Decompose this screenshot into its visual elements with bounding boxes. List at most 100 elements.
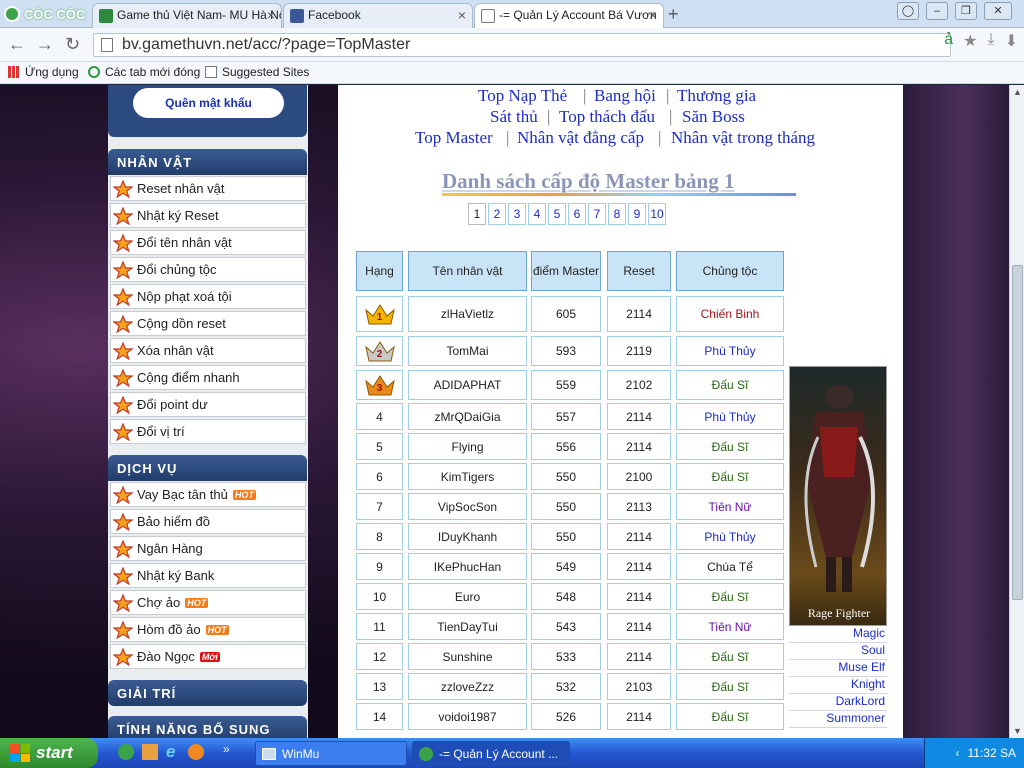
sidebar-menu-item[interactable]: Ngân Hàng xyxy=(110,536,306,561)
sidebar-menu-item[interactable]: Nộp phạt xoá tội xyxy=(110,284,306,309)
top-link[interactable]: Sát thủ xyxy=(490,107,538,127)
ie-quicklaunch-icon[interactable]: e xyxy=(166,742,175,762)
name-cell[interactable]: Flying xyxy=(408,433,527,460)
task-quan-ly-account[interactable]: -= Quản Lý Account ... xyxy=(412,741,570,766)
sidebar-menu-item[interactable]: Bảo hiểm đồ xyxy=(110,509,306,534)
page-icon xyxy=(481,9,495,23)
bookmark-suggested-sites[interactable]: Suggested Sites xyxy=(205,65,309,79)
sidebar-menu-item[interactable]: Cộng dồn reset xyxy=(110,311,306,336)
name-cell[interactable]: ADIDAPHAT xyxy=(408,370,527,400)
coccoc-quicklaunch-icon[interactable] xyxy=(118,744,134,760)
class-link[interactable]: Magic xyxy=(789,626,887,643)
page-link[interactable]: 4 xyxy=(528,203,546,225)
page-link[interactable]: 6 xyxy=(568,203,586,225)
page-link[interactable]: 7 xyxy=(588,203,606,225)
top-link[interactable]: Bang hội xyxy=(594,86,656,106)
restore-icon[interactable]: ❐ xyxy=(955,2,977,20)
name-cell[interactable]: zzloveZzz xyxy=(408,673,527,700)
page-link[interactable]: 3 xyxy=(508,203,526,225)
forgot-password-button[interactable]: Quên mật khẩu xyxy=(133,88,284,118)
scroll-down-icon[interactable]: ▼ xyxy=(1013,726,1022,736)
page-link[interactable]: 9 xyxy=(628,203,646,225)
name-cell[interactable]: IKePhucHan xyxy=(408,553,527,580)
show-hidden-icons-icon[interactable]: ‹ xyxy=(956,746,960,760)
top-link[interactable]: Top Nạp Thẻ xyxy=(478,86,567,106)
class-link[interactable]: Knight xyxy=(789,677,887,694)
coccoc-logo[interactable]: CỐC CỐC xyxy=(4,4,88,24)
rank-cell: 6 xyxy=(356,463,403,490)
sidebar-menu-item[interactable]: Xóa nhân vật xyxy=(110,338,306,363)
sidebar-menu-item[interactable]: Nhật ký Bank xyxy=(110,563,306,588)
sidebar-menu-item[interactable]: Vay Bạc tân thủ HOT xyxy=(110,482,306,507)
close-icon[interactable]: × xyxy=(458,7,466,23)
user-icon[interactable]: ◯ xyxy=(897,2,919,20)
section-tinh-nang-bo-sung-header[interactable]: TÍNH NĂNG BỔ SUNG xyxy=(108,716,307,738)
vertical-scrollbar[interactable]: ▲ ▼ xyxy=(1009,85,1024,738)
close-icon[interactable]: × xyxy=(649,7,657,23)
class-link[interactable]: Muse Elf xyxy=(789,660,887,677)
top-link[interactable]: Nhân vật trong tháng xyxy=(671,128,815,148)
tab-gamethuvn[interactable]: Game thủ Việt Nam- MU Hà Nộ × xyxy=(92,3,282,28)
sidebar-menu-item[interactable]: Chợ ảo HOT xyxy=(110,590,306,615)
sidebar-menu-item[interactable]: Nhật ký Reset xyxy=(110,203,306,228)
close-window-icon[interactable]: ✕ xyxy=(984,2,1012,20)
sidebar-menu-item[interactable]: Đổi vị trí xyxy=(110,419,306,444)
class-link[interactable]: Soul xyxy=(789,643,887,660)
class-link[interactable]: Summoner xyxy=(789,711,887,728)
name-cell[interactable]: zMrQDaiGia xyxy=(408,403,527,430)
name-cell[interactable]: KimTigers xyxy=(408,463,527,490)
sidebar-menu-item[interactable]: Đào Ngọc Mới xyxy=(110,644,306,669)
new-tab-icon[interactable]: + xyxy=(668,4,679,25)
section-giai-tri-header[interactable]: GIẢI TRÍ xyxy=(108,680,307,706)
bookmark-star-icon[interactable]: ★ xyxy=(963,31,977,51)
page-link[interactable]: 2 xyxy=(488,203,506,225)
forward-icon[interactable]: → xyxy=(36,34,54,55)
sidebar-menu-item[interactable]: Đổi tên nhân vật xyxy=(110,230,306,255)
name-cell[interactable]: VipSocSon xyxy=(408,493,527,520)
name-cell[interactable]: zlHaVietlz xyxy=(408,296,527,332)
master-cell-text: 532 xyxy=(555,679,577,694)
sidebar-menu-item[interactable]: Cộng điểm nhanh xyxy=(110,365,306,390)
download-icon[interactable]: ⤓ xyxy=(988,31,995,51)
start-button[interactable]: start xyxy=(0,738,98,768)
top-link[interactable]: Top thách đấu xyxy=(559,107,655,127)
more-quicklaunch-icon[interactable]: » xyxy=(223,742,230,756)
back-icon[interactable]: ← xyxy=(8,34,26,55)
sidebar-menu-item[interactable]: Đổi chủng tộc xyxy=(110,257,306,282)
page-link[interactable]: 1 xyxy=(468,203,486,225)
sidebar-menu-item[interactable]: Đổi point dư xyxy=(110,392,306,417)
web-page: Quên mật khẩu NHÂN VẬT DỊCH VỤ GIẢI TRÍ … xyxy=(0,85,1009,738)
bookmark-recent-tabs[interactable]: Các tab mới đóng xyxy=(88,65,200,79)
scroll-up-icon[interactable]: ▲ xyxy=(1013,87,1022,97)
class-link[interactable]: DarkLord xyxy=(789,694,887,711)
task-winmu[interactable]: WinMu xyxy=(255,741,407,766)
name-cell[interactable]: TomMai xyxy=(408,336,527,366)
name-cell[interactable]: IDuyKhanh xyxy=(408,523,527,550)
page-link[interactable]: 8 xyxy=(608,203,626,225)
top-link[interactable]: Nhân vật đẳng cấp xyxy=(517,128,644,148)
name-cell[interactable]: Sunshine xyxy=(408,643,527,670)
page-link[interactable]: 10 xyxy=(648,203,666,225)
name-cell[interactable]: voidoi1987 xyxy=(408,703,527,730)
reload-icon[interactable]: ↻ xyxy=(65,34,80,55)
name-cell[interactable]: Euro xyxy=(408,583,527,610)
download-manager-icon[interactable]: ⬇ xyxy=(1005,31,1018,51)
close-icon[interactable]: × xyxy=(267,7,275,23)
minimize-icon[interactable]: – xyxy=(926,2,948,20)
sidebar-menu-item[interactable]: Reset nhân vật xyxy=(110,176,306,201)
name-cell[interactable]: TienDayTui xyxy=(408,613,527,640)
clock[interactable]: 11:32 SA xyxy=(968,746,1016,760)
page-link[interactable]: 5 xyxy=(548,203,566,225)
tab-quan-ly-account[interactable]: -= Quản Lý Account Bá Vươn × xyxy=(474,3,664,28)
sidebar-menu-item[interactable]: Hòm đồ ảo HOT xyxy=(110,617,306,642)
scrollbar-thumb[interactable] xyxy=(1012,265,1023,600)
bookmark-apps[interactable]: Ứng dụng xyxy=(8,65,79,79)
coccoc-extension-icon[interactable]: ả xyxy=(944,31,953,51)
top-link[interactable]: Săn Boss xyxy=(682,107,745,127)
url-input[interactable]: bv.gamethuvn.net/acc/?page=TopMaster xyxy=(93,33,951,57)
top-link[interactable]: Top Master xyxy=(415,128,493,148)
tab-facebook[interactable]: Facebook × xyxy=(283,3,473,28)
firefox-quicklaunch-icon[interactable] xyxy=(188,744,204,760)
top-link[interactable]: Thương gia xyxy=(677,86,756,106)
notepad-quicklaunch-icon[interactable] xyxy=(142,744,158,760)
